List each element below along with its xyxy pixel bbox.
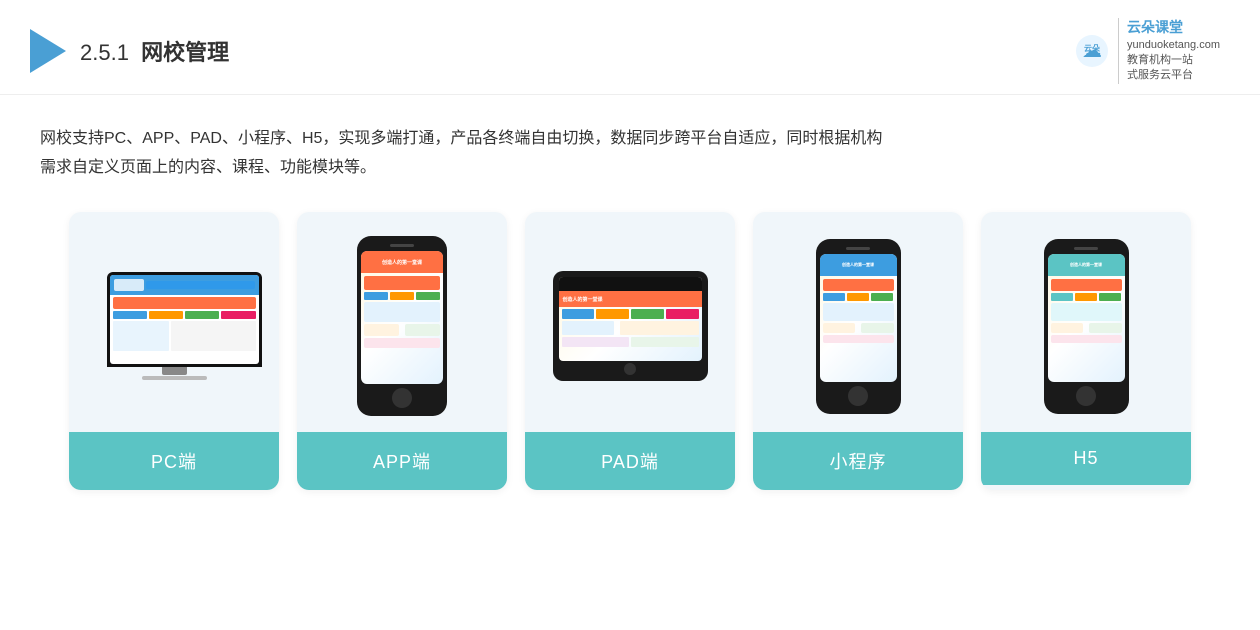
brand-name: 云朵课堂 (1127, 18, 1220, 38)
tablet-mockup: 创造人的第一堂课 (553, 271, 708, 381)
phone-mockup-h5: 创造人的第一堂课 (1044, 239, 1129, 414)
card-pad: 创造人的第一堂课 (525, 212, 735, 490)
phone-screen-mini: 创造人的第一堂课 (820, 254, 897, 382)
logo-triangle-icon (30, 29, 66, 73)
card-pc-image (69, 212, 279, 432)
card-app-label: APP端 (297, 432, 507, 490)
brand-text: 云朵课堂 yunduoketang.com 教育机构一站 式服务云平台 (1118, 18, 1220, 84)
phone-home-mini (848, 386, 868, 406)
cards-section: PC端 创造人的第一堂课 (0, 202, 1260, 510)
header: 2.5.1 网校管理 ☁ 云朵 云朵课堂 yunduoketang.com 教育… (0, 0, 1260, 95)
header-left: 2.5.1 网校管理 (30, 29, 229, 73)
cloud-icon: ☁ 云朵 (1072, 33, 1112, 69)
tablet-home-button (624, 363, 636, 375)
page-title: 2.5.1 网校管理 (80, 35, 229, 67)
page-wrapper: 2.5.1 网校管理 ☁ 云朵 云朵课堂 yunduoketang.com 教育… (0, 0, 1260, 630)
section-title: 网校管理 (141, 40, 229, 65)
brand-logo: ☁ 云朵 云朵课堂 yunduoketang.com 教育机构一站 式服务云平台 (1072, 18, 1220, 84)
description-block: 网校支持PC、APP、PAD、小程序、H5，实现多端打通，产品各终端自由切换，数… (0, 95, 1260, 203)
svg-text:云朵: 云朵 (1084, 43, 1100, 53)
description-text: 网校支持PC、APP、PAD、小程序、H5，实现多端打通，产品各终端自由切换，数… (40, 125, 1220, 183)
card-mini: 创造人的第一堂课 (753, 212, 963, 490)
phone-screen-h5: 创造人的第一堂课 (1048, 254, 1125, 382)
phone-screen: 创造人的第一堂课 (361, 251, 443, 384)
phone-speaker (390, 244, 414, 247)
phone-home-h5 (1076, 386, 1096, 406)
card-mini-label: 小程序 (753, 432, 963, 490)
brand-url: yunduoketang.com (1127, 38, 1220, 53)
phone-speaker-mini (846, 247, 870, 250)
card-mini-image: 创造人的第一堂课 (753, 212, 963, 432)
card-h5-image: 创造人的第一堂课 (981, 212, 1191, 432)
header-right: ☁ 云朵 云朵课堂 yunduoketang.com 教育机构一站 式服务云平台 (1072, 18, 1220, 84)
card-pc-label: PC端 (69, 432, 279, 490)
card-pad-image: 创造人的第一堂课 (525, 212, 735, 432)
card-app-image: 创造人的第一堂课 (297, 212, 507, 432)
brand-tagline: 教育机构一站 式服务云平台 (1127, 53, 1220, 84)
phone-mockup-mini: 创造人的第一堂课 (816, 239, 901, 414)
section-number: 2.5.1 (80, 40, 129, 65)
card-pc: PC端 (69, 212, 279, 490)
phone-speaker-h5 (1074, 247, 1098, 250)
card-app: 创造人的第一堂课 (297, 212, 507, 490)
card-h5-label: H5 (981, 432, 1191, 485)
phone-mockup-app: 创造人的第一堂课 (357, 236, 447, 416)
phone-home-button (392, 388, 412, 408)
card-h5: 创造人的第一堂课 (981, 212, 1191, 490)
card-pad-label: PAD端 (525, 432, 735, 490)
tablet-screen: 创造人的第一堂课 (559, 277, 702, 361)
